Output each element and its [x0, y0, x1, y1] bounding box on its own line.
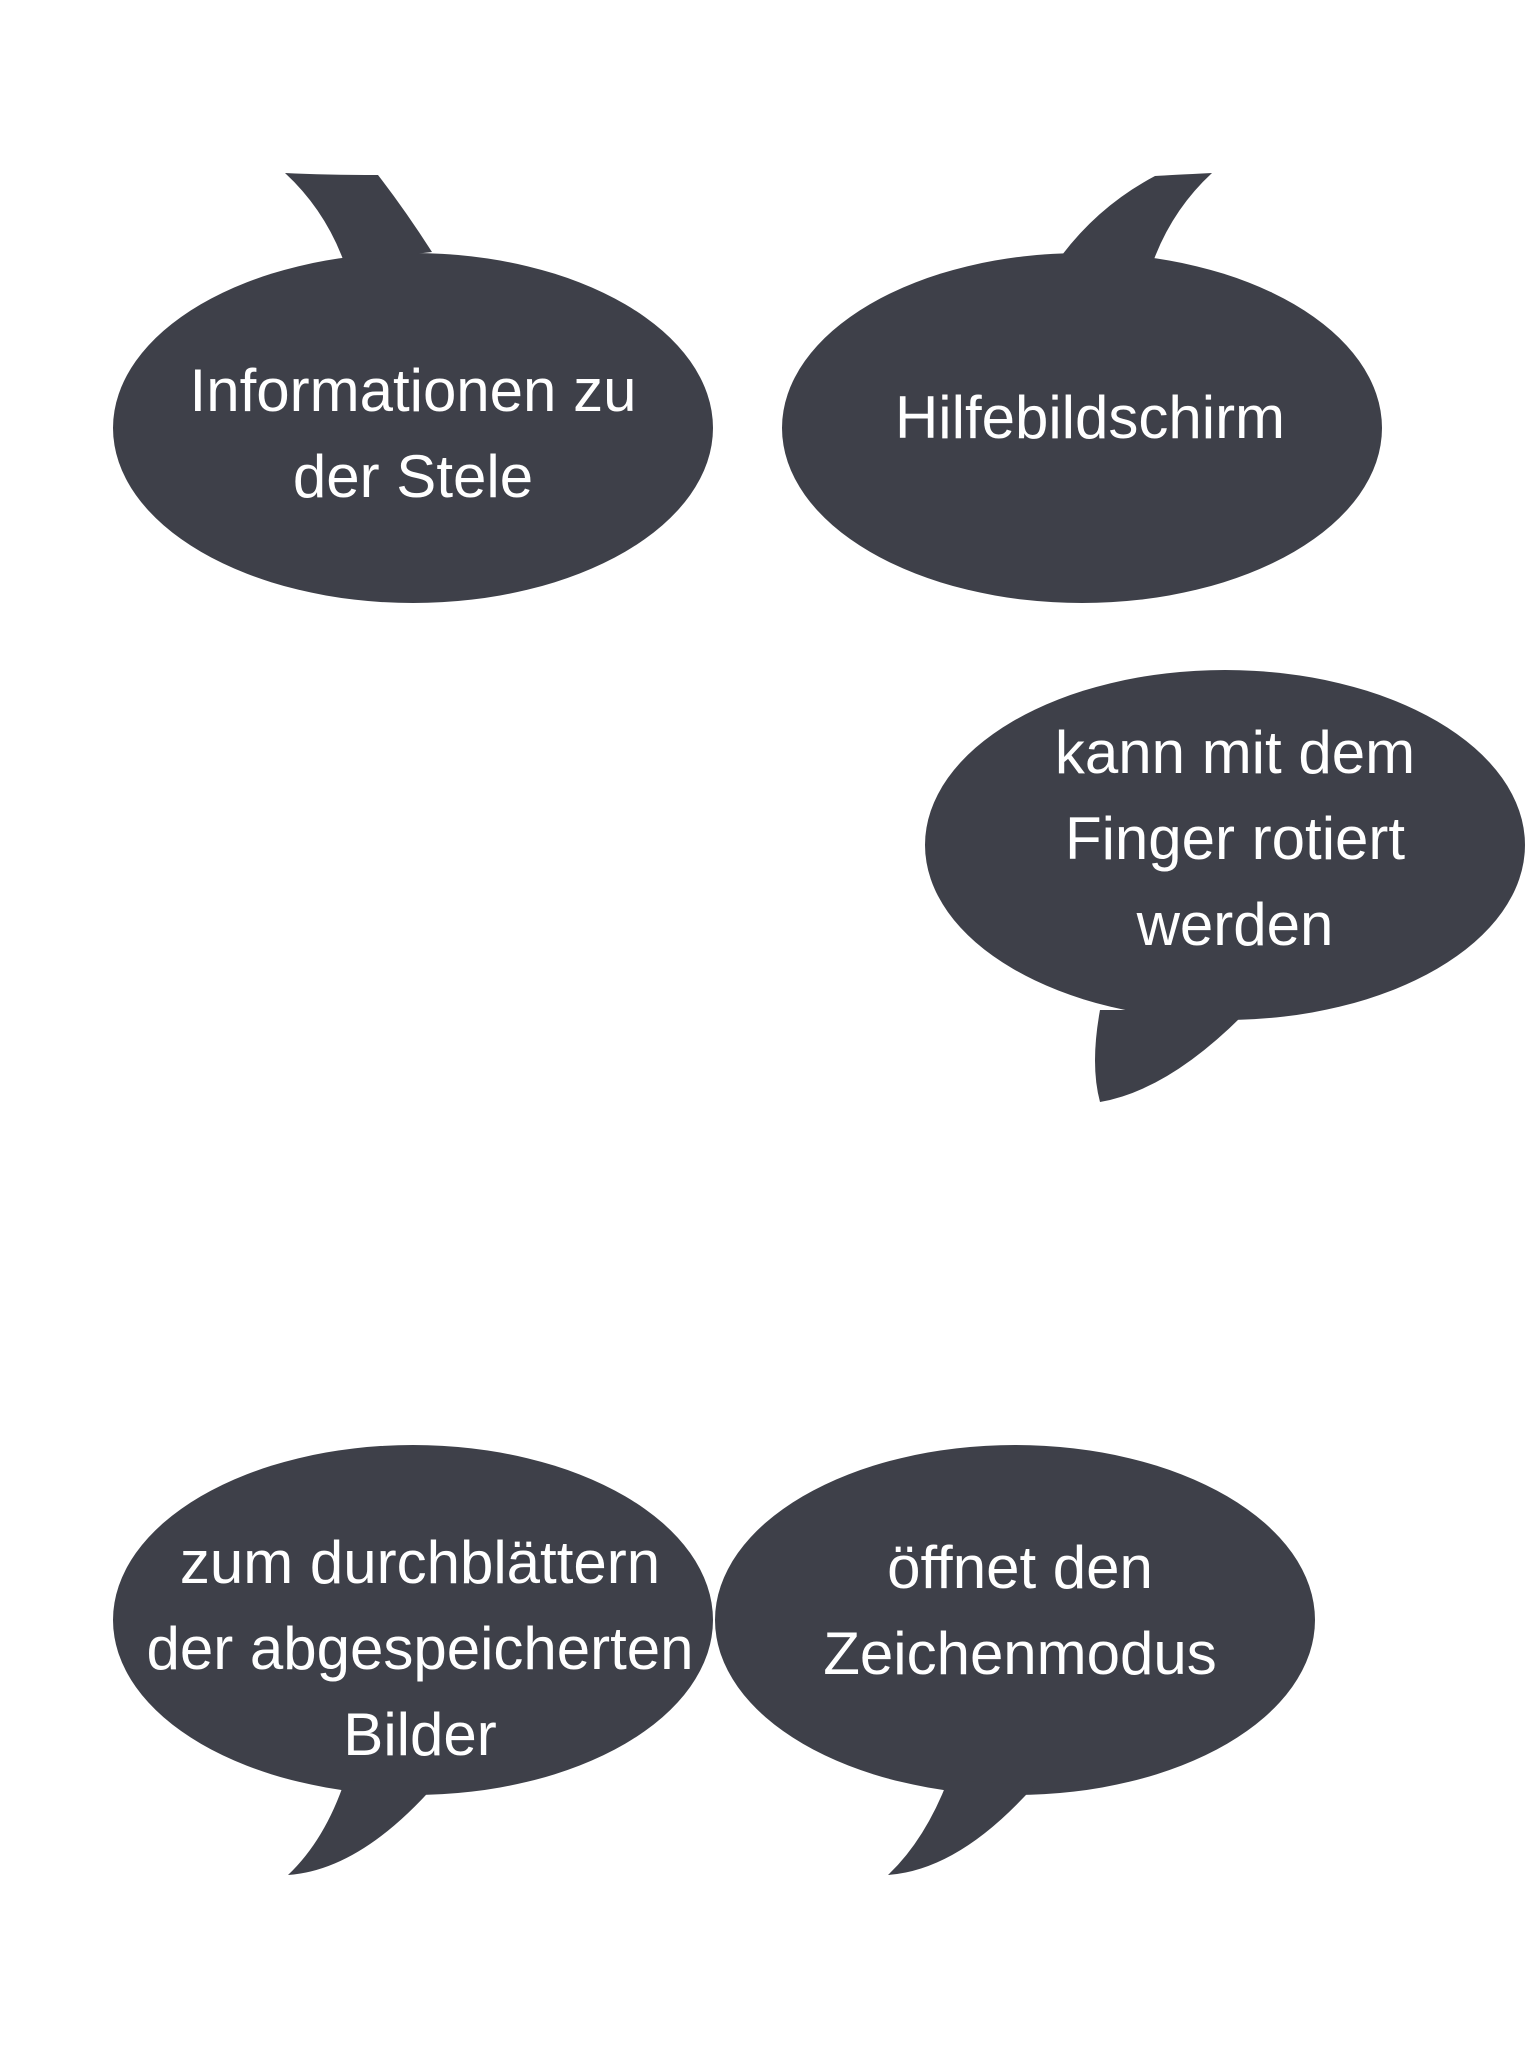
- help-bubble-tail: [1062, 173, 1212, 262]
- browse-bubble-text: zum durchblättern der abgespeicherten Bi…: [100, 1520, 740, 1778]
- rotate-bubble-line-3: werden: [1136, 891, 1334, 958]
- rotate-bubble-tail: [1095, 1010, 1248, 1102]
- rotate-bubble-line-2: Finger rotiert: [1064, 805, 1406, 872]
- browse-bubble-line-3: Bilder: [343, 1701, 497, 1768]
- info-bubble-text: Informationen zu der Stele: [113, 348, 713, 520]
- info-bubble-tail: [285, 173, 432, 262]
- rotate-bubble-line-1: kann mit dem: [1054, 719, 1416, 786]
- draw-bubble-line-1: öffnet den: [887, 1534, 1153, 1601]
- draw-bubble-tail: [888, 1780, 1035, 1875]
- info-bubble-line-1: Informationen zu: [189, 357, 637, 424]
- browse-bubble-line-1: zum durchblättern: [179, 1529, 661, 1596]
- help-bubble-text: Hilfebildschirm: [790, 375, 1390, 461]
- help-bubble-line-1: Hilfebildschirm: [894, 384, 1286, 451]
- rotate-bubble-text: kann mit dem Finger rotiert werden: [935, 710, 1535, 968]
- browse-bubble-tail: [288, 1780, 435, 1875]
- info-bubble-line-2: der Stele: [292, 443, 534, 510]
- draw-bubble-line-2: Zeichenmodus: [823, 1620, 1217, 1687]
- browse-bubble-line-2: der abgespeicherten: [146, 1615, 694, 1682]
- draw-bubble-text: öffnet den Zeichenmodus: [720, 1525, 1320, 1697]
